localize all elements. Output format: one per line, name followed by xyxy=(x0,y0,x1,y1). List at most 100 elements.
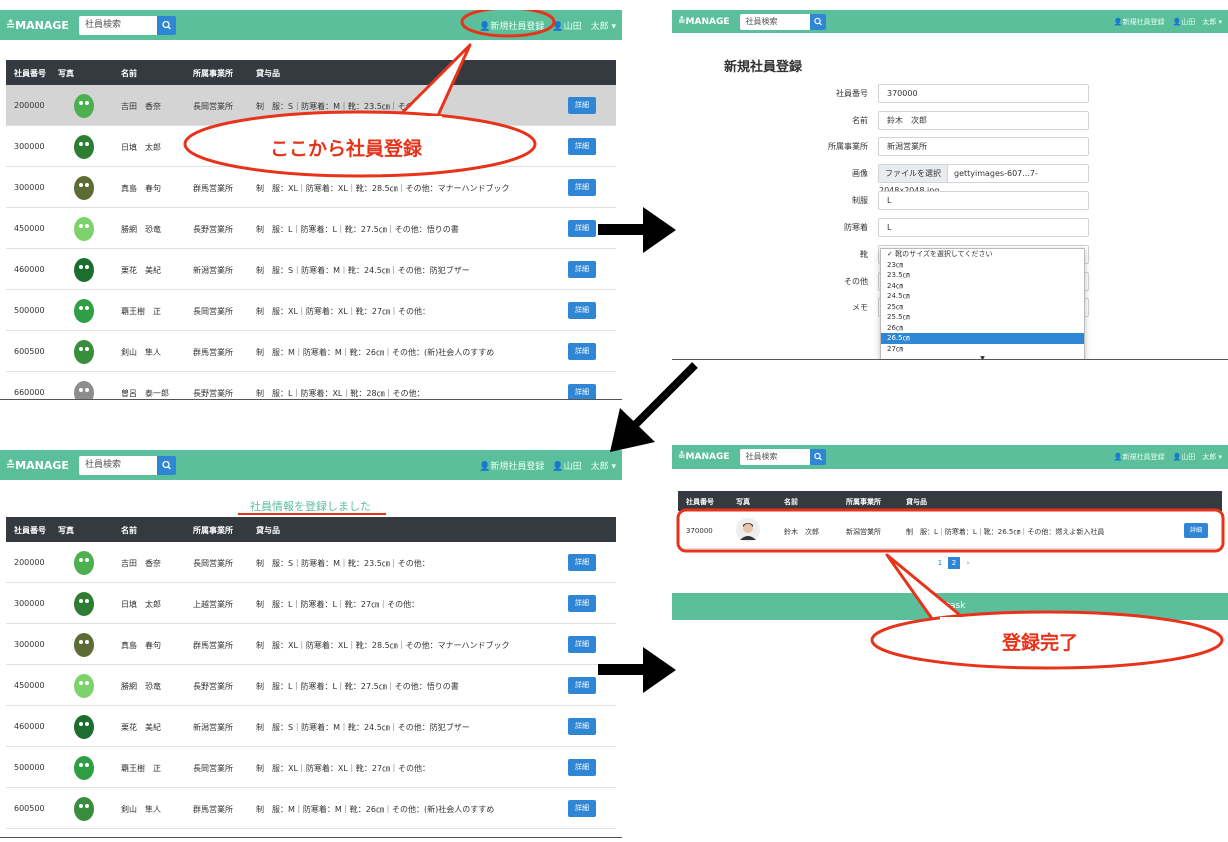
table-row: 300000 真島 春句 群馬営業所 制 服：XL｜防寒着：XL｜靴：28.5㎝｜その… xyxy=(6,624,616,665)
field-input[interactable]: 新潟営業所 xyxy=(878,137,1089,156)
table-row: 460000 栗花 美紀 新潟営業所 制 服：S｜防寒着：M｜靴：24.5㎝｜その他：… xyxy=(6,706,616,747)
field-label: 制服 xyxy=(852,196,868,205)
cell-items: 制 服：XL｜防寒着：XL｜靴：28.5㎝｜その他：マナーハンドブック xyxy=(256,641,510,650)
detail-button[interactable]: 詳細 xyxy=(568,800,596,817)
field-label: その他 xyxy=(844,277,868,286)
cell-office: 新潟営業所 xyxy=(193,723,233,732)
search-button[interactable] xyxy=(809,449,826,465)
nav-user-menu[interactable]: 👤山田 太郎 ▾ xyxy=(1173,17,1222,27)
field-label: 社員番号 xyxy=(836,89,868,98)
cell-items: 制 服：XL｜防寒着：XL｜靴：27㎝｜その他： xyxy=(256,764,431,773)
employee-photo xyxy=(74,674,94,698)
cell-id: 500000 xyxy=(14,763,45,772)
detail-button[interactable]: 詳細 xyxy=(568,554,596,571)
search-button[interactable] xyxy=(809,13,826,30)
dropdown-option[interactable]: 24.5㎝ xyxy=(881,291,1084,302)
cell-id: 450000 xyxy=(14,681,45,690)
cell-name: 覇王樹 正 xyxy=(121,764,161,773)
employee-photo xyxy=(74,633,94,657)
cell-id: 600500 xyxy=(14,804,45,813)
search-input[interactable]: 社員検索 xyxy=(739,449,810,465)
employee-photo xyxy=(74,551,94,575)
cell-office: 上越営業所 xyxy=(193,600,233,609)
detail-button[interactable]: 詳細 xyxy=(568,718,596,735)
cell-id: 300000 xyxy=(14,640,45,649)
th-name: 名前 xyxy=(121,526,137,535)
detail-button[interactable]: 詳細 xyxy=(568,595,596,612)
callout-done-text: 登録完了 xyxy=(1002,632,1079,654)
nav-user-menu[interactable]: 👤山田 太郎 ▾ xyxy=(552,459,616,472)
cell-name: 吉田 香奈 xyxy=(121,559,161,568)
panel-list-after-register: ≛MANAGE 社員検索 👤新規社員登録 👤山田 太郎 ▾ 社員情報を登録しまし… xyxy=(0,450,622,838)
dropdown-option[interactable]: 26㎝ xyxy=(881,323,1084,334)
field-label: 靴 xyxy=(860,250,868,259)
cell-id: 460000 xyxy=(14,722,45,731)
dropdown-option[interactable]: 24㎝ xyxy=(881,281,1084,292)
cell-id: 200000 xyxy=(14,558,45,567)
table-row: 600500 剣山 隼人 群馬営業所 制 服：M｜防寒着：M｜靴：26㎝｜その他：(新… xyxy=(6,788,616,829)
panel-register-form: ≛MANAGE 社員検索 👤新規社員登録 👤山田 太郎 ▾ 新規社員登録 社員番… xyxy=(672,10,1228,360)
callout-register-text: ここから社員登録 xyxy=(270,138,423,160)
field-label: メモ xyxy=(852,303,868,312)
cell-office: 群馬営業所 xyxy=(193,641,233,650)
dropdown-option[interactable]: 23㎝ xyxy=(881,260,1084,271)
table-row: 200000 吉田 香奈 長岡営業所 制 服：S｜防寒着：M｜靴：23.5㎝｜その他：… xyxy=(6,542,616,583)
arrow-down-left-icon xyxy=(610,362,698,452)
field-input[interactable]: 370000 xyxy=(878,84,1089,103)
dropdown-option[interactable]: 23.5㎝ xyxy=(881,270,1084,281)
callout-done xyxy=(676,508,1225,670)
search-input[interactable]: 社員検索 xyxy=(78,455,157,475)
field-input[interactable]: 鈴木 次郎 xyxy=(878,111,1089,130)
file-choose-button[interactable]: ファイルを選択 xyxy=(879,165,948,182)
employee-photo xyxy=(74,715,94,739)
detail-button[interactable]: 詳細 xyxy=(568,677,596,694)
dropdown-option[interactable]: 25㎝ xyxy=(881,302,1084,313)
th-items: 貸与品 xyxy=(256,526,280,535)
flash-message: 社員情報を登録しました xyxy=(250,500,371,513)
brand-logo[interactable]: ≛MANAGE xyxy=(6,459,69,472)
employee-photo xyxy=(74,797,94,821)
panel-employee-list: ≛MANAGE 社員検索 👤新規社員登録 👤山田 太郎 ▾ 社員番号 写真 名前… xyxy=(0,10,622,400)
field-input[interactable]: ファイルを選択gettyimages-607...7-2048x2048.jpg xyxy=(878,164,1089,195)
employee-photo xyxy=(74,756,94,780)
nav-register-link[interactable]: 👤新規社員登録 xyxy=(479,459,544,472)
cell-items: 制 服：L｜防寒着：L｜靴：27.5㎝｜その他：悟りの書 xyxy=(256,682,459,691)
cell-name: 剣山 隼人 xyxy=(121,805,161,814)
navbar: ≛MANAGE 社員検索 👤新規社員登録 👤山田 太郎 ▾ xyxy=(0,450,622,480)
field-input[interactable]: L xyxy=(878,191,1089,210)
cell-items: 制 服：M｜防寒着：M｜靴：26㎝｜その他：(新)社会人のすすめ xyxy=(256,805,495,814)
nav-register-link[interactable]: 👤新規社員登録 xyxy=(1114,17,1165,27)
th-id: 社員番号 xyxy=(14,526,46,535)
cell-name: 栗花 美紀 xyxy=(121,723,161,732)
detail-button[interactable]: 詳細 xyxy=(568,759,596,776)
dropdown-option[interactable]: 26.5㎝ xyxy=(881,333,1084,344)
table-header: 社員番号 写真 名前 所属事業所 貸与品 xyxy=(6,517,616,542)
cell-office: 長岡営業所 xyxy=(193,764,233,773)
cell-name: 日填 太郎 xyxy=(121,600,161,609)
navbar: ≛MANAGE 社員検索 👤新規社員登録 👤山田 太郎 ▾ xyxy=(672,10,1228,33)
nav-register-link[interactable]: 👤新規社員登録 xyxy=(1114,452,1165,462)
search-icon xyxy=(813,17,822,25)
table-row: 450000 勝網 恐竜 長野営業所 制 服：L｜防寒着：L｜靴：27.5㎝｜その他：… xyxy=(6,665,616,706)
search-icon xyxy=(162,460,171,469)
callout-register xyxy=(183,10,556,178)
nav-user-menu[interactable]: 👤山田 太郎 ▾ xyxy=(1173,452,1222,462)
cell-office: 長岡営業所 xyxy=(193,559,233,568)
brand-logo[interactable]: ≛MANAGE xyxy=(678,17,730,27)
search-input[interactable]: 社員検索 xyxy=(739,13,810,30)
field-input[interactable]: L xyxy=(878,218,1089,237)
cell-id: 300000 xyxy=(14,599,45,608)
table-row: 300000 日填 太郎 上越営業所 制 服：L｜防寒着：L｜靴：27㎝｜その他： 詳細 xyxy=(6,583,616,624)
dropdown-option[interactable]: 27㎝ xyxy=(881,344,1084,355)
dropdown-option[interactable]: 25.5㎝ xyxy=(881,312,1084,323)
search-icon xyxy=(813,452,822,461)
chevron-down-icon[interactable]: ▼ xyxy=(881,354,1084,359)
th-photo: 写真 xyxy=(58,526,74,535)
shoe-size-dropdown[interactable]: ✓ 靴のサイズを選択してください 23㎝ 23.5㎝ 24㎝ 24.5㎝ 25㎝ 25.5㎝… xyxy=(880,248,1085,359)
dropdown-option[interactable]: ✓ 靴のサイズを選択してください xyxy=(881,249,1084,260)
field-label: 所属事業所 xyxy=(828,142,868,151)
table-row: 500000 覇王樹 正 長岡営業所 制 服：XL｜防寒着：XL｜靴：27㎝｜その他：… xyxy=(6,747,616,788)
cell-name: 勝網 恐竜 xyxy=(121,682,161,691)
detail-button[interactable]: 詳細 xyxy=(568,636,596,653)
search-button[interactable] xyxy=(156,455,176,475)
